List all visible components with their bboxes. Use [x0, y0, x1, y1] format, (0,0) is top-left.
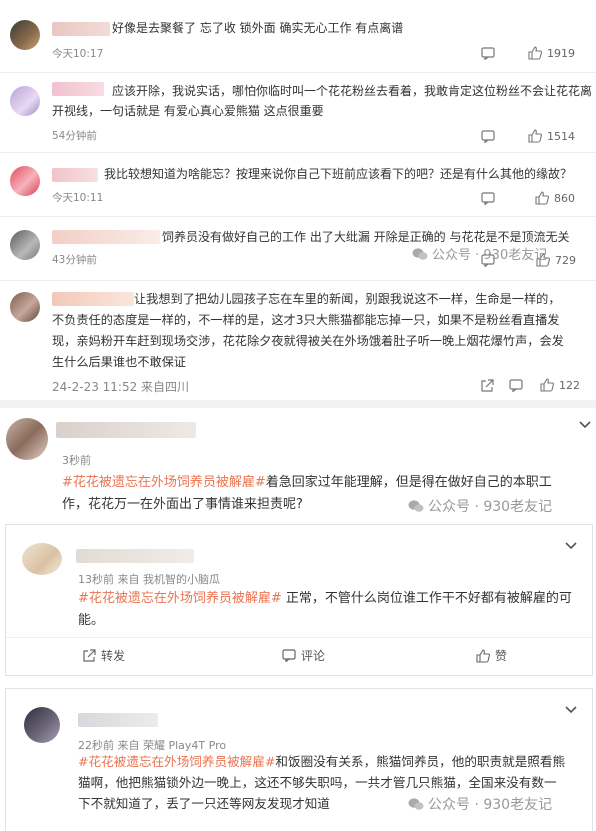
avatar[interactable]	[10, 20, 40, 50]
comment-text: 着急回家过年能理解，但是得在做好自己的本职工	[265, 475, 552, 490]
comment-icon	[509, 379, 523, 392]
divider	[0, 280, 596, 281]
like-button[interactable]: 122	[540, 378, 580, 392]
wechat-icon	[408, 499, 424, 513]
username-blurred[interactable]	[52, 230, 160, 244]
comment-time: 54分钟前	[52, 130, 97, 142]
repost-button[interactable]: 转发	[82, 647, 125, 664]
reply-button[interactable]	[481, 130, 495, 143]
comment-time: 今天10:17	[52, 48, 104, 60]
comment-icon	[282, 649, 296, 662]
thumbs-up-icon	[528, 46, 542, 60]
like-count: 860	[554, 191, 575, 205]
comment-icon	[481, 47, 495, 60]
comment-card-1: 13秒前 来自 我机智的小脑瓜 #花花被遗忘在外场饲养员被解雇# 正常，不管什么…	[5, 524, 593, 676]
comment-icon	[481, 192, 495, 205]
comment-button[interactable]: 评论	[282, 647, 325, 664]
share-icon	[82, 648, 96, 663]
username-blurred[interactable]	[52, 168, 98, 182]
comment-time: 今天10:11	[52, 192, 104, 204]
avatar[interactable]	[24, 707, 60, 743]
hashtag-link[interactable]: #花花被遗忘在外场饲养员被解雇#	[78, 591, 282, 606]
like-count: 1514	[547, 129, 575, 143]
reply-button[interactable]	[509, 379, 523, 392]
comment-time: 24-2-23 11:52 来自四川	[52, 380, 190, 394]
comment-text-line3: 现，亲妈粉开车赶到现场交涉，花花除夕夜就得被关在外场饿着肚子听一晚上烟花爆竹声，…	[52, 334, 564, 348]
thumbs-up-icon	[476, 648, 490, 663]
like-button[interactable]: 1514	[528, 129, 575, 143]
watermark-text: 公众号 · 930老友记	[428, 499, 553, 515]
comment-text-line3: 下不就知道了，丢了一只还等网友发现才知道	[78, 796, 330, 811]
like-label: 赞	[495, 649, 508, 663]
like-button[interactable]: 赞	[476, 647, 507, 664]
share-button[interactable]	[480, 379, 494, 393]
share-icon	[480, 379, 494, 393]
chevron-down-icon[interactable]	[564, 705, 578, 715]
like-button[interactable]: 860	[535, 191, 575, 205]
divider	[0, 152, 596, 153]
username-blurred[interactable]	[56, 422, 196, 438]
comment-text-line2: 能。	[78, 613, 105, 628]
reply-button[interactable]	[481, 47, 495, 60]
username-blurred[interactable]	[52, 22, 110, 36]
section-separator	[0, 400, 596, 408]
comment-meta: 13秒前 来自 我机智的小脑瓜	[78, 573, 220, 586]
hashtag-link[interactable]: #花花被遗忘在外场饲养员被解雇#	[62, 475, 266, 490]
divider	[6, 637, 592, 638]
watermark-text: 公众号 · 930老友记	[428, 797, 553, 813]
comment-text-line1: 应该开除，我说实话，哪怕你临时叫一个花花粉丝去看着，我敢肯定这位粉丝不会让花花离	[112, 84, 593, 98]
comment-text: 我比较想知道为啥能忘？按理来说你自己下班前应该看下的吧？还是有什么其他的缘故？	[104, 167, 573, 181]
comment-text-line1: 让我想到了把幼儿园孩子忘在车里的新闻，别跟我说这不一样，生命是一样的，	[134, 292, 561, 306]
avatar[interactable]	[6, 418, 48, 460]
divider	[0, 216, 596, 217]
comment-text-line1: #花花被遗忘在外场饲养员被解雇#和饭圈没有关系，熊猫饲养员，他的职责就是照看熊	[78, 751, 565, 772]
avatar[interactable]	[22, 543, 62, 575]
chevron-down-icon[interactable]	[564, 541, 578, 551]
divider	[0, 72, 596, 73]
comment-text-line2: 作，花花万一在外面出了事情谁来担责呢?	[62, 497, 303, 512]
comment-text-line2: 猫啊，他把熊猫锁外边一晚上，这还不够失职吗，一共才管几只熊猫，全国来没有数一	[78, 775, 557, 790]
watermark: 公众号 · 930老友记	[408, 794, 552, 814]
comment-text-line2: 不负责任的态度是一样的，不一样的是，这才3只大熊猫都能忘掉一只，如果不是粉丝看直…	[52, 313, 560, 327]
username-blurred[interactable]	[52, 292, 134, 306]
like-count: 122	[559, 378, 580, 392]
watermark: 公众号 · 930老友记	[408, 496, 552, 516]
username-blurred[interactable]	[78, 713, 158, 727]
thumbs-up-icon	[528, 129, 542, 143]
comment-label: 评论	[301, 649, 326, 663]
comment-text-line1: #花花被遗忘在外场饲养员被解雇# 正常，不管什么岗位谁工作干不好都有被解雇的可	[78, 588, 572, 610]
watermark: 公众号 · 930老友记	[412, 244, 547, 263]
username-blurred[interactable]	[52, 82, 104, 96]
avatar[interactable]	[10, 230, 40, 260]
reply-button[interactable]	[481, 192, 495, 205]
chevron-down-icon[interactable]	[578, 420, 592, 430]
comment-text: 和饭圈没有关系，熊猫饲养员，他的职责就是照看熊	[275, 754, 566, 769]
hashtag-link[interactable]: #花花被遗忘在外场饲养员被解雇#	[78, 754, 275, 769]
avatar[interactable]	[10, 292, 40, 322]
thumbs-up-icon	[540, 378, 554, 392]
repost-label: 转发	[101, 649, 126, 663]
wechat-icon	[412, 247, 428, 261]
like-button[interactable]: 1919	[528, 46, 575, 60]
watermark-text: 公众号 · 930老友记	[432, 248, 548, 263]
avatar[interactable]	[10, 86, 40, 116]
comment-text: 好像是去聚餐了 忘了收 锁外面 确实无心工作 有点离谱	[112, 21, 404, 35]
comment-text-line2: 开视线，一句话就是 有爱心真心爱熊猫 这点很重要	[52, 104, 324, 118]
like-count: 1919	[547, 46, 575, 60]
username-blurred[interactable]	[76, 549, 194, 563]
comment-icon	[481, 130, 495, 143]
avatar[interactable]	[10, 166, 40, 196]
thumbs-up-icon	[535, 191, 549, 205]
comment-text-line4: 生什么后果谁也不敢保证	[52, 355, 187, 369]
like-count: 729	[555, 253, 576, 267]
comment-time: 43分钟前	[52, 254, 97, 266]
wechat-icon	[408, 797, 424, 811]
comment-time: 3秒前	[62, 454, 91, 467]
comment-text: 正常，不管什么岗位谁工作干不好都有被解雇的可	[281, 591, 572, 606]
comment-text-line1: #花花被遗忘在外场饲养员被解雇#着急回家过年能理解，但是得在做好自己的本职工	[62, 472, 552, 494]
